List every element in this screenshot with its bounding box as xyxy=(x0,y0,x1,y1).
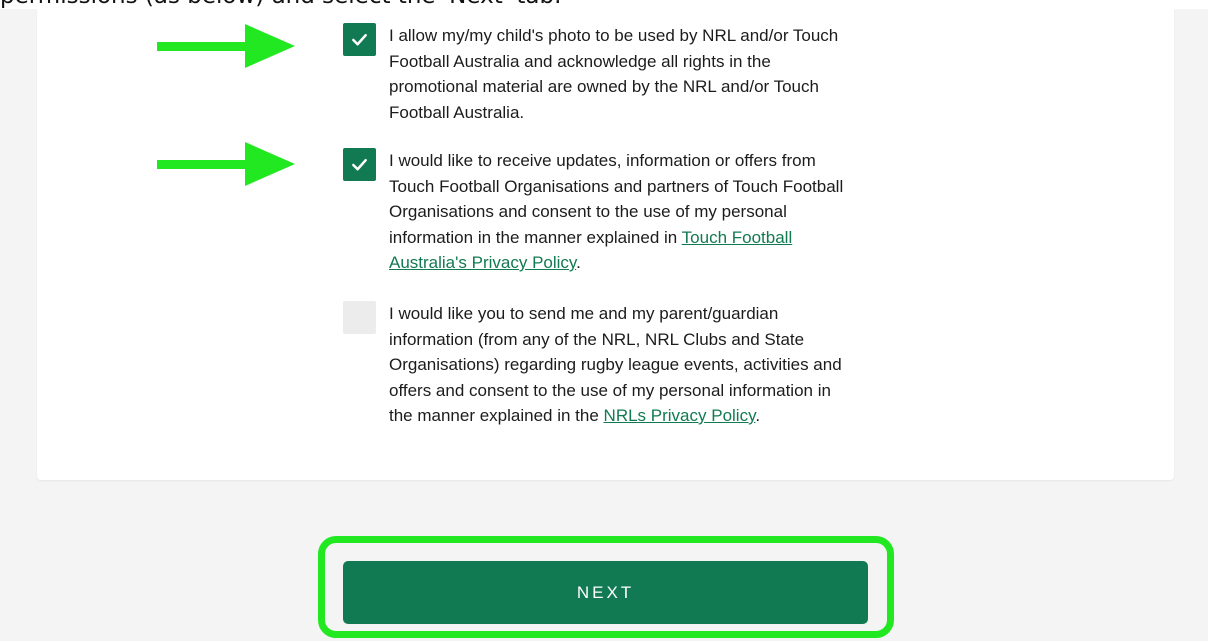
updates-consent-suffix: . xyxy=(576,253,581,272)
photo-consent-text: I allow my/my child's photo to be used b… xyxy=(389,26,839,122)
updates-consent-checkbox[interactable] xyxy=(343,148,376,181)
nrl-consent-checkbox[interactable] xyxy=(343,301,376,334)
nrl-consent-label: I would like you to send me and my paren… xyxy=(389,301,859,429)
photo-consent-checkbox[interactable] xyxy=(343,23,376,56)
photo-consent-label: I allow my/my child's photo to be used b… xyxy=(389,23,859,125)
updates-consent-label: I would like to receive updates, informa… xyxy=(389,148,859,276)
instruction-caption: permissions (as below) and select the 'N… xyxy=(0,0,561,9)
right-arrow-icon xyxy=(157,142,295,186)
nrl-consent-suffix: . xyxy=(755,406,761,425)
nrl-privacy-policy-link[interactable]: NRLs Privacy Policy xyxy=(604,406,756,425)
checkmark-icon xyxy=(352,33,367,46)
next-button[interactable]: NEXT xyxy=(343,561,868,624)
top-caption-band: permissions (as below) and select the 'N… xyxy=(0,0,1208,9)
checkmark-icon xyxy=(352,158,367,171)
right-arrow-icon xyxy=(157,24,295,68)
